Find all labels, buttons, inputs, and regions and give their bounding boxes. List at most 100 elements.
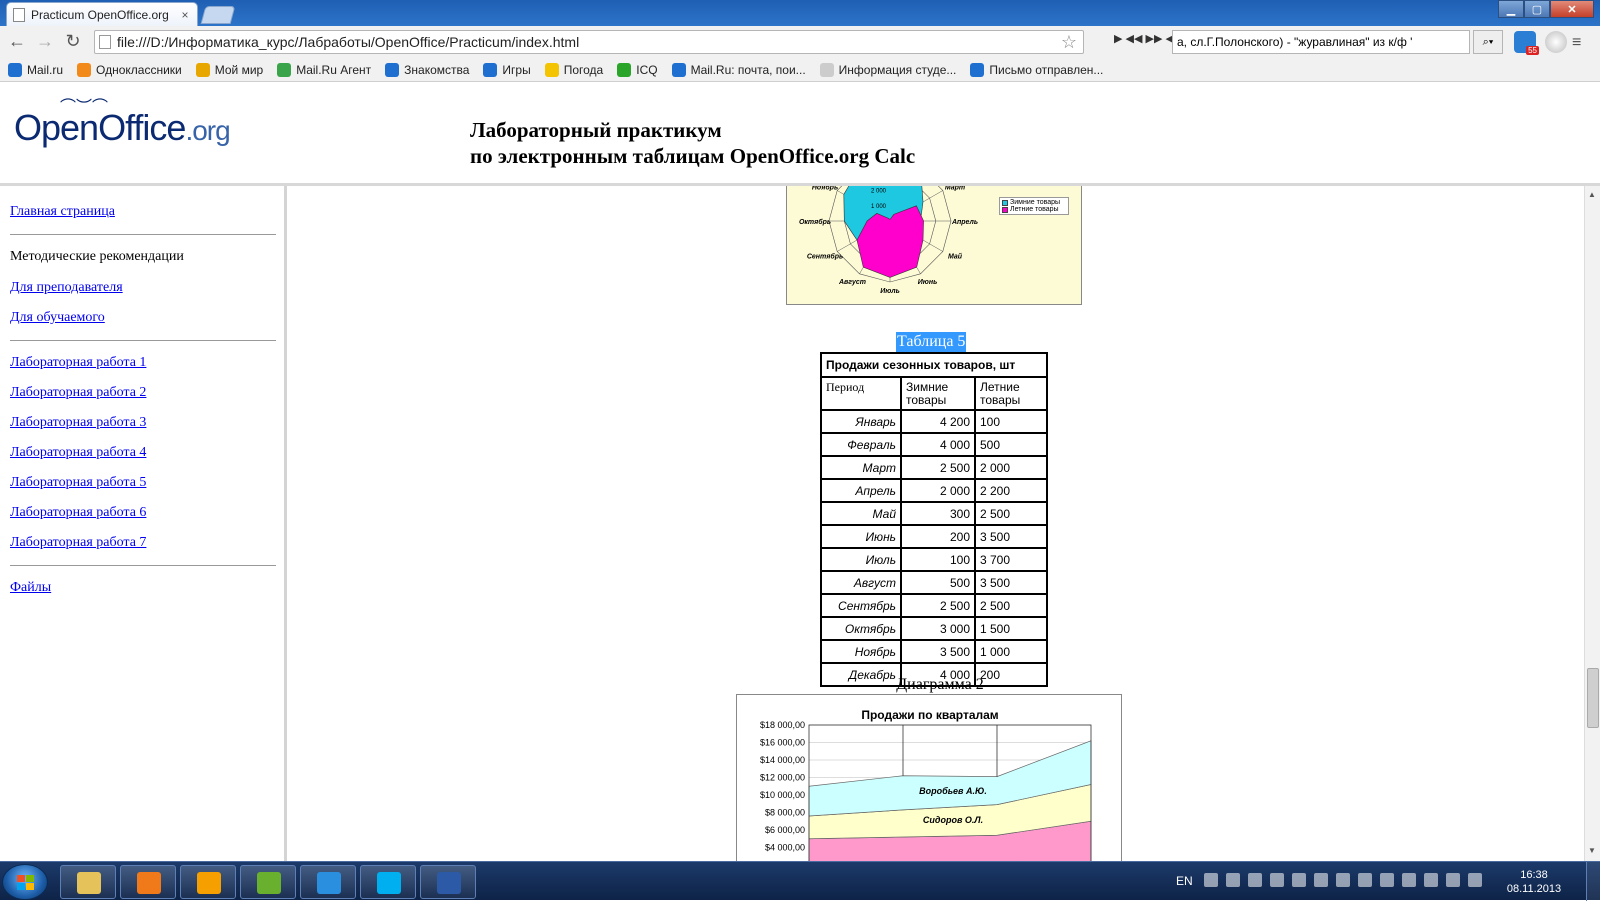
scroll-down-arrow-icon[interactable]: ▼ <box>1588 846 1596 855</box>
new-tab-button[interactable] <box>200 6 236 24</box>
show-desktop-button[interactable] <box>1586 862 1600 901</box>
chart-legend: Зимние товары Летние товары <box>999 197 1069 215</box>
taskbar-app-chrome[interactable] <box>240 865 296 899</box>
page-icon <box>13 7 25 22</box>
bookmark-item[interactable]: Знакомства <box>385 62 469 77</box>
y-tick-label: $12 000,00 <box>760 773 805 783</box>
window-controls: ▁ ▢ ✕ <box>1498 0 1594 18</box>
table-cell-winter: 200 <box>900 524 976 549</box>
start-button[interactable] <box>2 864 48 900</box>
chart-title: Продажи по кварталам <box>861 708 998 722</box>
sidebar-link-lab-5[interactable]: Лабораторная работа 5 <box>10 475 274 491</box>
tray-icon[interactable] <box>1226 873 1240 887</box>
bookmark-item[interactable]: Mail.ru <box>8 62 64 77</box>
bookmark-item[interactable]: Mail.Ru: почта, пои... <box>671 62 806 77</box>
bookmark-item[interactable]: Письмо отправлен... <box>970 62 1103 77</box>
mail-extension-icon[interactable]: 55 <box>1514 31 1539 55</box>
bookmark-item[interactable]: Одноклассники <box>77 62 182 77</box>
tray-icon[interactable] <box>1402 873 1416 887</box>
extension-icon[interactable] <box>1545 31 1567 53</box>
system-clock[interactable]: 16:38 08.11.2013 <box>1504 868 1564 896</box>
bluetooth-icon[interactable] <box>1248 873 1262 887</box>
now-playing-field[interactable]: а, сл.Г.Полонского) - "журавлиная" из к/… <box>1172 30 1470 54</box>
mail-agent-icon <box>197 872 221 894</box>
language-indicator[interactable]: EN <box>1176 874 1193 888</box>
bookmark-star-icon[interactable]: ☆ <box>1061 32 1083 53</box>
table-row: Январь 4 200 100 <box>820 409 1048 434</box>
sidebar-link-lab-4[interactable]: Лабораторная работа 4 <box>10 445 274 461</box>
tab-close-icon[interactable]: × <box>179 8 191 22</box>
tray-icon[interactable] <box>1424 873 1438 887</box>
browser-tab-active[interactable]: Practicum OpenOffice.org × <box>6 2 198 26</box>
sidebar-link-teacher[interactable]: Для преподавателя <box>10 280 274 296</box>
radar-month-label: Июнь <box>918 279 937 286</box>
taskbar-app-mail-agent[interactable] <box>180 865 236 899</box>
sidebar-link-home[interactable]: Главная страница <box>10 204 274 220</box>
bookmark-item[interactable]: ICQ <box>617 62 658 77</box>
y-tick-label: $10 000,00 <box>760 790 805 800</box>
table-cell-summer: 2 500 <box>974 593 1048 618</box>
minimize-icon[interactable]: ▁ <box>1498 0 1524 18</box>
sidebar-link-lab-2[interactable]: Лабораторная работа 2 <box>10 385 274 401</box>
flag-icon[interactable] <box>1270 873 1284 887</box>
ie-icon <box>317 872 341 894</box>
table-row: Август 500 3 500 <box>820 570 1048 595</box>
vertical-scrollbar[interactable]: ▲ ▼ <box>1584 186 1600 861</box>
radar-month-label: Март <box>945 186 965 192</box>
bookmark-item[interactable]: Погода <box>544 62 603 77</box>
address-bar[interactable]: file:///D:/Информатика_курс/Лабработы/Op… <box>94 30 1084 54</box>
volume-icon[interactable] <box>1468 873 1482 887</box>
sidebar-link-lab-7[interactable]: Лабораторная работа 7 <box>10 535 274 551</box>
sidebar-link-files[interactable]: Файлы <box>10 580 274 596</box>
tray-icon[interactable] <box>1380 873 1394 887</box>
maximize-icon[interactable]: ▢ <box>1524 0 1550 18</box>
taskbar-app-skype[interactable] <box>360 865 416 899</box>
legend-entry: Зимние товары <box>1002 199 1066 206</box>
bookmark-icon <box>385 62 400 77</box>
address-url[interactable]: file:///D:/Информатика_курс/Лабработы/Op… <box>117 34 1061 50</box>
media-controls[interactable]: ▶ ◀◀ ▶▶ ◀) <box>1114 32 1178 45</box>
table-cell-month: Март <box>820 455 902 480</box>
back-arrow-icon[interactable]: ← <box>6 30 28 52</box>
bookmark-label: Mail.ru <box>27 62 64 77</box>
help-icon[interactable] <box>1204 873 1218 887</box>
menu-icon[interactable]: ≡ <box>1572 34 1590 52</box>
sidebar-link-lab-3[interactable]: Лабораторная работа 3 <box>10 415 274 431</box>
tray-icons <box>1204 873 1490 887</box>
bookmark-label: Одноклассники <box>96 62 182 77</box>
tray-icon[interactable] <box>1314 873 1328 887</box>
bookmark-item[interactable]: Mail.Ru Агент <box>277 62 371 77</box>
browser-toolbar: ← → ↻ file:///D:/Информатика_курс/Лабраб… <box>0 26 1600 58</box>
taskbar-app-explorer[interactable] <box>60 865 116 899</box>
close-window-icon[interactable]: ✕ <box>1550 0 1594 18</box>
sidebar-link-student[interactable]: Для обучаемого <box>10 310 274 326</box>
sidebar-link-lab-1[interactable]: Лабораторная работа 1 <box>10 355 274 371</box>
bookmark-icon <box>819 62 834 77</box>
bookmark-item[interactable]: Игры <box>483 62 531 77</box>
reload-icon[interactable]: ↻ <box>62 30 84 52</box>
table-cell-winter: 100 <box>900 547 976 572</box>
tray-icon[interactable] <box>1358 873 1372 887</box>
search-icon[interactable]: ⌕▾ <box>1473 30 1503 54</box>
bookmark-icon <box>8 62 22 77</box>
table-cell-month: Апрель <box>820 478 902 503</box>
forward-arrow-icon[interactable]: → <box>34 30 56 52</box>
table-cell-summer: 1 000 <box>974 639 1048 664</box>
bookmark-item[interactable]: Мой мир <box>195 62 263 77</box>
network-icon[interactable] <box>1446 873 1460 887</box>
sidebar: Главная страница Методические рекомендац… <box>0 186 287 861</box>
radar-month-label: Май <box>948 253 963 261</box>
taskbar-app-ie[interactable] <box>300 865 356 899</box>
taskbar-app-media[interactable] <box>120 865 176 899</box>
main-content[interactable]: Ноябрь Март Октябрь Апрель Сентябрь Май Август… <box>290 186 1582 861</box>
taskbar-app-word[interactable] <box>420 865 476 899</box>
tray-icon[interactable] <box>1336 873 1350 887</box>
area-chart-svg: Продажи по кварталам $18 000,00 $16 000,00… <box>760 708 1092 861</box>
tray-icon[interactable] <box>1292 873 1306 887</box>
bookmark-icon <box>483 62 498 77</box>
bookmark-item[interactable]: Информация студе... <box>819 62 956 77</box>
sidebar-link-lab-6[interactable]: Лабораторная работа 6 <box>10 505 274 521</box>
scrollbar-thumb[interactable] <box>1587 668 1599 728</box>
scroll-up-arrow-icon[interactable]: ▲ <box>1588 190 1596 199</box>
table-cell-month: Июнь <box>820 524 902 549</box>
